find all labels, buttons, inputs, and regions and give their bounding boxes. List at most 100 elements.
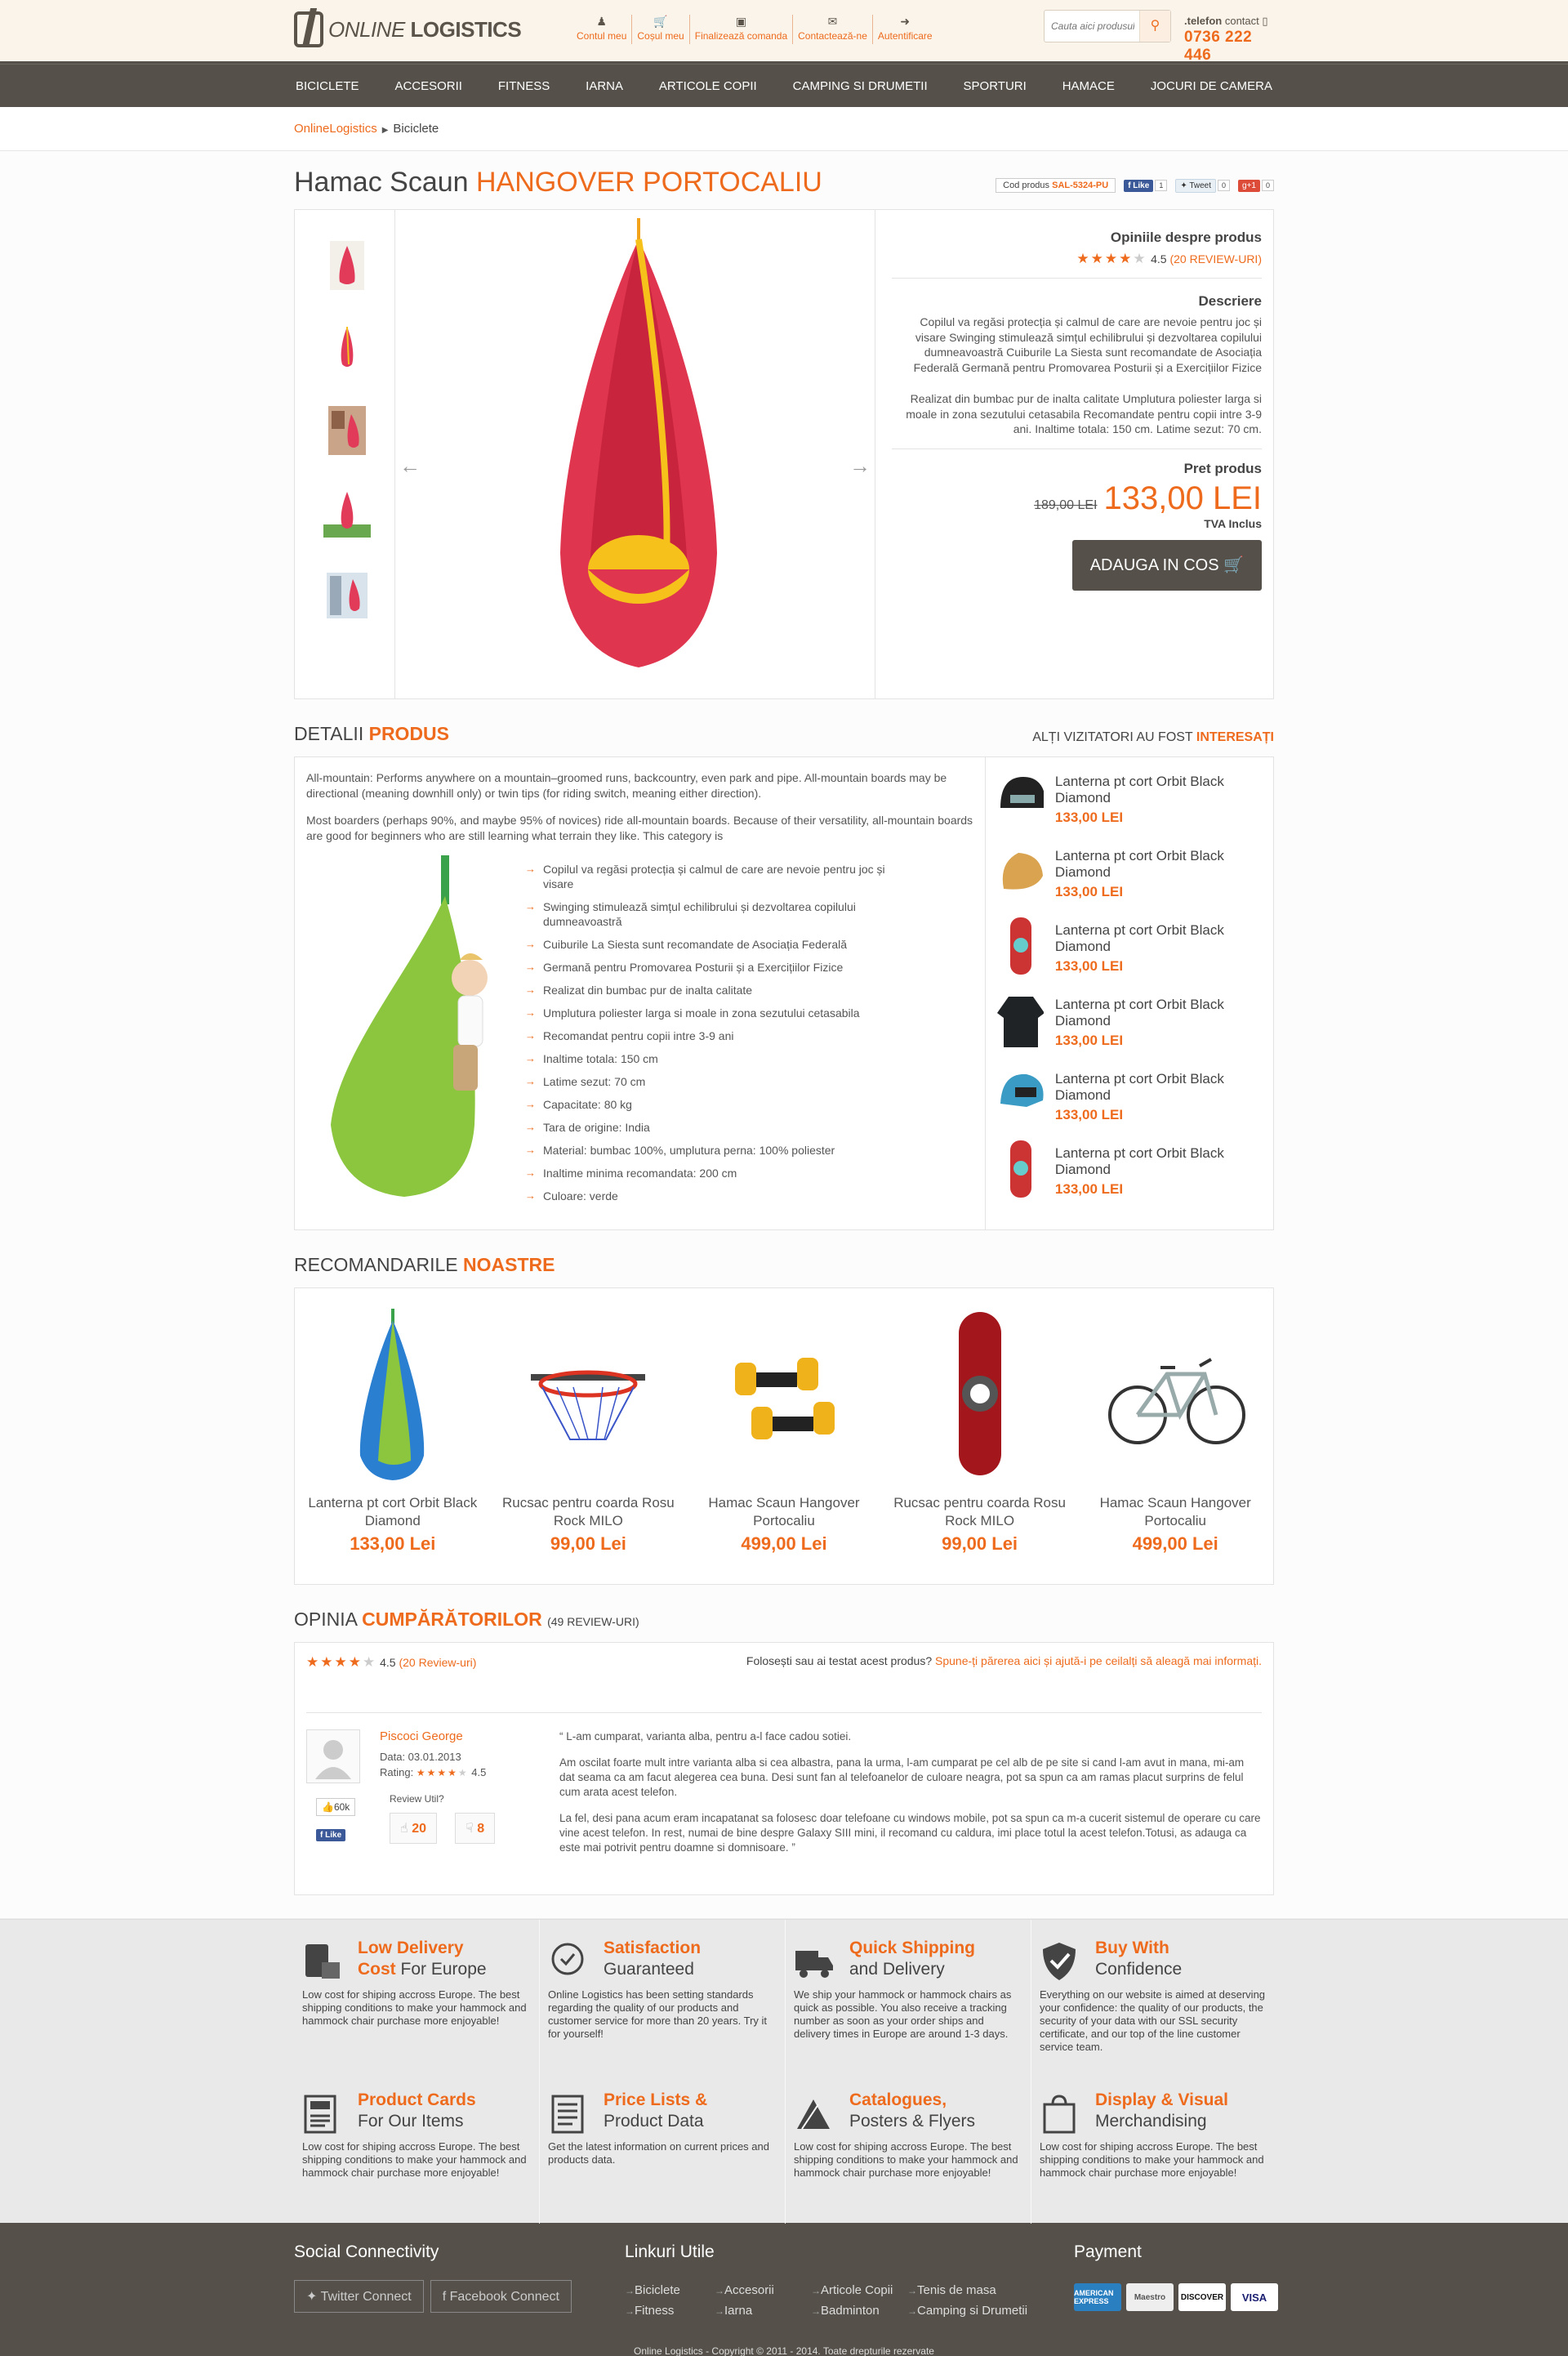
footer-link[interactable]: Iarna	[715, 2304, 811, 2318]
arrow-left-icon: ←	[399, 453, 421, 478]
breadcrumb: OnlineLogistics ▶ Biciclete	[0, 107, 1568, 151]
topnav-account[interactable]: ♟ Contul meu	[572, 15, 633, 44]
write-review-link[interactable]: Spune-ți părerea aici și ajută-i pe ceil…	[935, 1654, 1262, 1667]
description-text: Copilul va regăsi protecția și calmul de…	[913, 315, 1262, 374]
footer-link[interactable]: Articole Copii	[811, 2283, 907, 2297]
jacket-image	[997, 997, 1044, 1047]
main-product-image: ← →	[395, 210, 875, 698]
search-input[interactable]	[1045, 11, 1134, 42]
topnav-checkout[interactable]: ▣ Finalizează comanda	[690, 15, 794, 44]
opinions-box: ★★★★★ 4.5 (20 Review-uri) Folosești sau …	[294, 1642, 1274, 1895]
hammock-image	[560, 218, 717, 667]
feature-item: Recomandat pentru copii intre 3-9 ani	[525, 1029, 901, 1043]
phone-contact: .telefon contact ▯ 0736 222 446	[1184, 15, 1274, 65]
site-footer: Social Connectivity ✦ Twitter Connect f F…	[0, 2223, 1568, 2356]
others-list: Lanterna pt cort Orbit Black Diamond 133,…	[986, 757, 1273, 1229]
search-button[interactable]: ⚲	[1139, 11, 1170, 42]
product-card[interactable]: Hamac Scaun Hangover Portocaliu 499,00 L…	[1077, 1288, 1273, 1584]
logo[interactable]: ONLINE LOGISTICS	[294, 11, 522, 47]
twitter-icon: ✦ Tweet	[1175, 178, 1216, 193]
product-card[interactable]: Rucsac pentru coarda Rosu Rock MILO 99,0…	[491, 1288, 687, 1584]
mobile-icon: ▯	[1262, 15, 1268, 27]
nav-camping[interactable]: CAMPING SI DRUMETII	[791, 65, 929, 108]
nav-hamace[interactable]: HAMACE	[1061, 65, 1116, 108]
breadcrumb-arrow-icon: ▶	[381, 126, 389, 135]
product-card[interactable]: Rucsac pentru coarda Rosu Rock MILO 99,0…	[882, 1288, 1078, 1584]
add-to-cart-button[interactable]: ADAUGA IN COS 🛒	[1071, 539, 1262, 591]
useful-label: Review Util?	[390, 1793, 444, 1805]
footer-link[interactable]: Fitness	[625, 2304, 715, 2318]
nav-sporturi[interactable]: SPORTURI	[962, 65, 1028, 108]
shield-icon	[1043, 1943, 1076, 1980]
list-item[interactable]: Lanterna pt cort Orbit Black Diamond 133,…	[994, 765, 1265, 840]
breadcrumb-current: Biciclete	[393, 122, 439, 136]
footer-link[interactable]: Tenis de masa	[907, 2283, 1030, 2297]
product-card[interactable]: Lanterna pt cort Orbit Black Diamond 133…	[295, 1288, 491, 1584]
prev-image-button[interactable]: ←	[395, 451, 425, 480]
useful-down-button[interactable]: ☟ 8	[455, 1813, 496, 1844]
thumbs-down-icon: ☟	[466, 1822, 474, 1836]
twitter-connect-button[interactable]: ✦ Twitter Connect	[294, 2280, 424, 2313]
useful-up-button[interactable]: ☝ 20	[390, 1813, 437, 1844]
catalog-icon	[797, 2099, 830, 2130]
thumbnail[interactable]	[323, 489, 371, 538]
breadcrumb-root[interactable]: OnlineLogistics	[294, 122, 377, 136]
footer-link[interactable]: Biciclete	[625, 2283, 715, 2297]
feature-item: Germană pentru Promovarea Posturii și a …	[525, 960, 901, 975]
facebook-like[interactable]: f Like 1	[1124, 178, 1168, 193]
phone-number[interactable]: 0736 222 446	[1184, 29, 1274, 65]
tweet-button[interactable]: ✦ Tweet 0	[1175, 178, 1231, 193]
thumbnail[interactable]	[323, 324, 371, 373]
cart-icon: 🛒	[653, 15, 668, 28]
helmet-image	[1000, 1073, 1044, 1107]
price-title: Pret produs	[1183, 460, 1262, 476]
thumbnail[interactable]	[323, 571, 371, 620]
topnav-login[interactable]: ➜ Autentificare	[873, 15, 938, 44]
thumbnail[interactable]	[323, 406, 371, 455]
review-author[interactable]: Piscoci George	[380, 1729, 463, 1743]
nav-articole-copii[interactable]: ARTICOLE COPII	[657, 65, 759, 108]
feature-card: Buy With Confidence Everything on our web…	[1040, 1939, 1266, 2053]
feature-card: Display & Visual Merchandising Low cost f…	[1040, 2091, 1264, 2179]
basketball-hoop-image	[531, 1370, 646, 1440]
truck-icon	[795, 1951, 833, 1978]
nav-accesorii[interactable]: ACCESORII	[393, 65, 464, 108]
envelope-icon: ✉	[827, 15, 838, 28]
arrow-right-icon: →	[849, 453, 871, 478]
details-paragraph: All-mountain: Performs anywhere on a mou…	[306, 771, 947, 800]
thumbnail[interactable]	[323, 241, 371, 290]
list-item[interactable]: Lanterna pt cort Orbit Black Diamond 133,…	[994, 840, 1265, 914]
gplus-button[interactable]: g+1 0	[1238, 178, 1274, 193]
product-info: Opiniile despre produs ★★★★★ 4.5 (20 REV…	[875, 210, 1273, 698]
nav-jocuri[interactable]: JOCURI DE CAMERA	[1149, 65, 1274, 108]
nav-iarna[interactable]: IARNA	[584, 65, 625, 108]
gplus-icon: g+1	[1238, 179, 1260, 192]
feature-item: Material: bumbac 100%, umplutura perna: …	[525, 1143, 901, 1158]
next-image-button[interactable]: →	[845, 451, 875, 480]
list-item[interactable]: Lanterna pt cort Orbit Black Diamond 133,…	[994, 1137, 1265, 1211]
product-card[interactable]: Hamac Scaun Hangover Portocaliu 499,00 L…	[686, 1288, 882, 1584]
visa-icon: VISA	[1231, 2283, 1278, 2311]
footer-link[interactable]: Accesorii	[715, 2283, 811, 2297]
footer-link[interactable]: Camping si Drumetii	[907, 2304, 1030, 2318]
user-icon: ♟	[596, 15, 607, 28]
topnav-contact[interactable]: ✉ Contactează-ne	[793, 15, 873, 44]
facebook-connect-button[interactable]: f Facebook Connect	[430, 2280, 572, 2313]
price-list-icon	[551, 2095, 584, 2134]
payment-methods: AMERICAN EXPRESS Maestro DISCOVER VISA	[1074, 2283, 1278, 2311]
footer-link[interactable]: Badminton	[811, 2304, 907, 2318]
search-box: ⚲	[1044, 10, 1171, 42]
rating-stars: ★★★★★	[1076, 251, 1147, 266]
list-item[interactable]: Lanterna pt cort Orbit Black Diamond 133,…	[994, 988, 1265, 1063]
nav-fitness[interactable]: FITNESS	[497, 65, 551, 108]
social-title: Social Connectivity	[294, 2242, 439, 2261]
list-item[interactable]: Lanterna pt cort Orbit Black Diamond 133,…	[994, 1063, 1265, 1137]
nav-biciclete[interactable]: BICICLETE	[294, 65, 361, 108]
glove-image	[1002, 853, 1043, 890]
reviews-link[interactable]: (20 REVIEW-URI)	[1169, 252, 1262, 265]
footer-links: Biciclete Accesorii Articole Copii Tenis…	[625, 2283, 1030, 2318]
reviews-link[interactable]: (20 Review-uri)	[399, 1656, 476, 1669]
facebook-like-button[interactable]: f Like	[316, 1829, 346, 1841]
topnav-cart[interactable]: 🛒 Coșul meu	[632, 15, 690, 44]
list-item[interactable]: Lanterna pt cort Orbit Black Diamond 133,…	[994, 914, 1265, 988]
